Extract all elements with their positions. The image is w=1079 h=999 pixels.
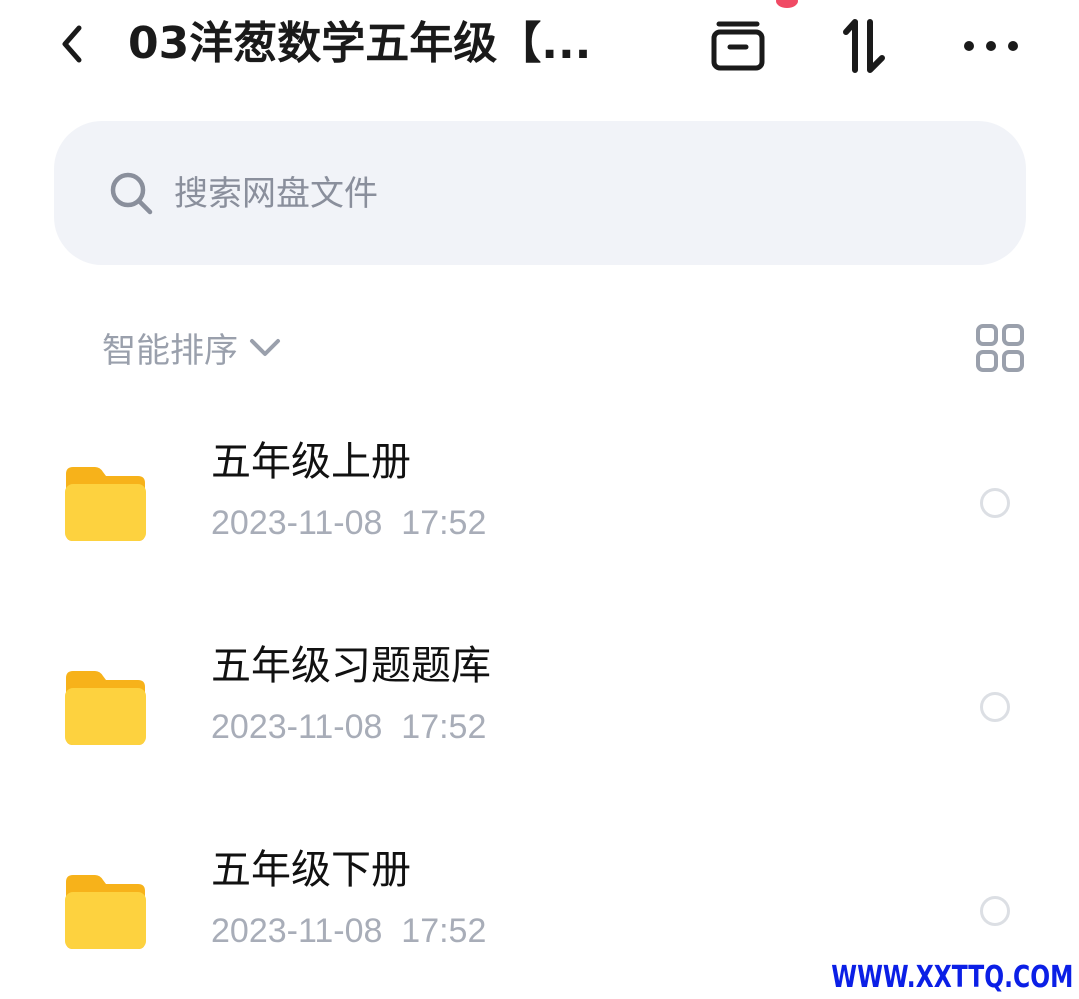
sort-label: 智能排序 xyxy=(102,330,238,371)
more-icon xyxy=(964,41,1018,51)
select-checkbox[interactable] xyxy=(980,488,1010,518)
search-input[interactable] xyxy=(174,164,954,224)
archive-button[interactable] xyxy=(706,14,770,78)
file-date: 2023-11-08 17:52 xyxy=(211,912,487,950)
folder-icon xyxy=(65,671,146,745)
more-button[interactable] xyxy=(958,14,1022,78)
folder-icon xyxy=(65,875,146,949)
file-date: 2023-11-08 17:52 xyxy=(211,504,487,542)
archive-icon xyxy=(711,21,765,71)
notification-dot xyxy=(776,0,798,8)
folder-icon xyxy=(65,467,146,541)
chevron-left-icon xyxy=(62,25,82,63)
select-checkbox[interactable] xyxy=(980,896,1010,926)
file-date: 2023-11-08 17:52 xyxy=(211,708,487,746)
select-checkbox[interactable] xyxy=(980,692,1010,722)
transfer-icon xyxy=(843,19,885,73)
file-row[interactable]: 五年级上册 2023-11-08 17:52 xyxy=(0,420,1079,590)
search-icon xyxy=(110,172,153,215)
sort-dropdown[interactable]: 智能排序 xyxy=(102,322,282,372)
file-name: 五年级习题题库 xyxy=(211,643,491,689)
transfer-button[interactable] xyxy=(832,14,896,78)
watermark: WWW.XXTTQ.COM xyxy=(830,960,1073,995)
chevron-down-icon xyxy=(250,339,280,356)
file-row[interactable]: 五年级习题题库 2023-11-08 17:52 xyxy=(0,624,1079,794)
file-name: 五年级上册 xyxy=(211,439,411,485)
page-title: 03洋葱数学五年级【... xyxy=(128,18,592,69)
grid-view-icon[interactable] xyxy=(974,322,1026,374)
top-bar: 03洋葱数学五年级【... xyxy=(0,0,1079,95)
file-name: 五年级下册 xyxy=(211,847,411,893)
back-button[interactable] xyxy=(50,20,94,68)
